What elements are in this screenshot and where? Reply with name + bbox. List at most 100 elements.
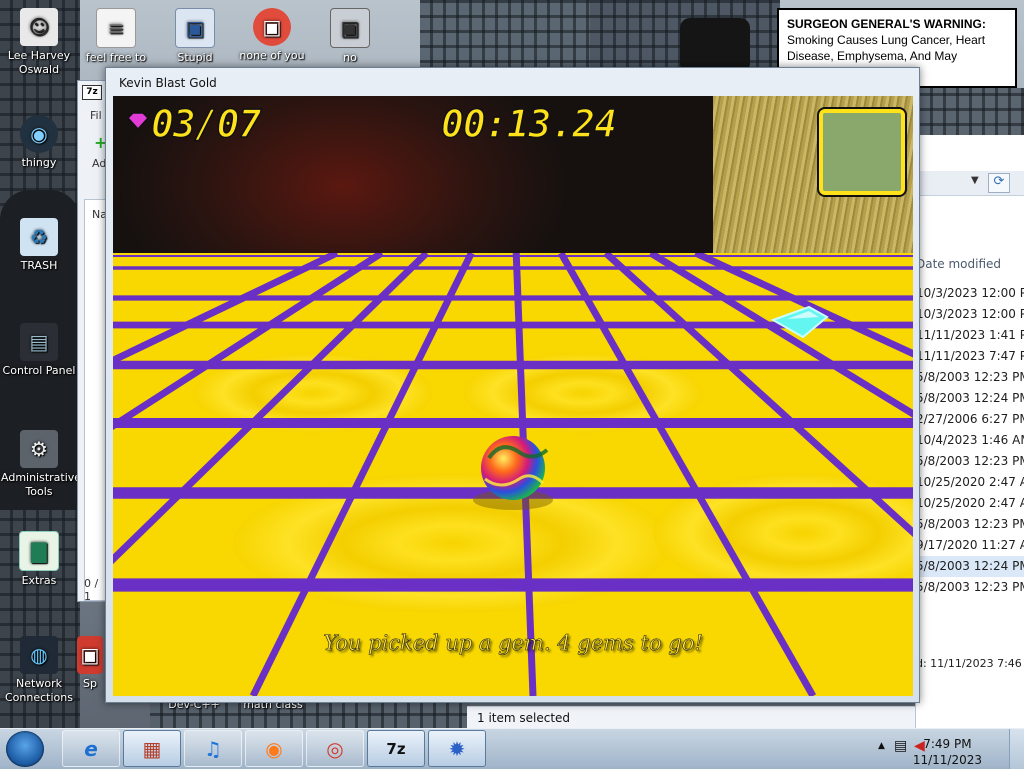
menu-file[interactable]: Fil [90,109,102,122]
column-date-modified[interactable]: Date modified [916,257,1001,271]
warning-heading: SURGEON GENERAL'S WARNING: [787,17,986,31]
network-status-icon[interactable]: ▤ [894,738,907,754]
internet-explorer-icon[interactable]: e [62,730,120,767]
player-ball [481,436,545,500]
explorer-window-right-edge: ▼ ⟳ Date modified 10/3/2023 12:00 PM 10/3… [915,135,1024,728]
file-row-date: 10/3/2023 12:00 PM [916,307,1024,321]
file-row[interactable]: 2/27/2006 6:27 PM [916,409,1024,430]
refresh-icon[interactable]: ⟳ [988,173,1010,193]
app-icon: ▣ [330,8,370,48]
taskbar: e ▦ ♫ ◉ ◎ 7z ✹ ▲ ▤ ◀ 7:49 PM 11/11/2023 [0,728,1024,769]
desktop-icon-feel-free-to[interactable]: ≡ feel free to [78,8,154,65]
desktop-icon-label: Stupid [177,51,213,64]
control-panel-icon: ▤ [20,323,58,361]
yellow-grid-floor [113,253,913,696]
game-window[interactable]: Kevin Blast Gold 03/07 00:13.24 You pick… [105,67,920,703]
address-bar[interactable]: ▼ ⟳ [916,171,1024,196]
file-row-date: 10/4/2023 1:46 AM [916,433,1024,447]
file-row-date: 10/3/2023 12:00 PM [916,286,1024,300]
app-icon: ▣ [77,636,103,674]
desktop-icon-label: Network Connections [5,677,73,704]
file-row-date: 11/11/2023 1:41 PM [916,328,1024,342]
game-icon[interactable]: ✹ [428,730,486,767]
file-row[interactable]: 10/25/2020 2:47 AM [916,493,1024,514]
chrome-icon[interactable]: ◎ [306,730,364,767]
system-tray: ▲ ▤ ◀ 7:49 PM 11/11/2023 [866,733,1016,767]
desktop-icon-label: none of you [239,49,305,62]
file-row[interactable]: 5/8/2003 12:23 PM [916,451,1024,472]
desktop-icon-stupid[interactable]: ▣ Stupid [157,8,233,65]
desktop-icon-sp[interactable]: ▣ Sp [70,636,110,691]
gem-counter: 03/07 [150,101,262,147]
file-row[interactable]: 11/11/2023 7:47 PM [916,346,1024,367]
desktop-icon-none-of-you[interactable]: ▣ none of you [234,8,310,63]
file-row[interactable]: 9/17/2020 11:27 AM [916,535,1024,556]
desktop-icon-no[interactable]: ▣ no [312,8,388,65]
details-pane-date: d: 11/11/2023 7:46 P [916,657,1024,670]
status-bar: 1 item selected [467,706,915,728]
show-hidden-icons-icon[interactable]: ▲ [878,741,885,751]
file-row-date: 5/8/2003 12:24 PM [916,559,1024,573]
music-icon[interactable]: ♫ [184,730,242,767]
desktop-icon-label: Extras [21,574,57,587]
building [420,0,590,75]
file-row[interactable]: 5/8/2003 12:23 PM [916,514,1024,535]
archive-app-icon[interactable]: ▦ [123,730,181,767]
file-row-date: 5/8/2003 12:23 PM [916,580,1024,594]
desktop-icon-trash[interactable]: ♻ TRASH [1,218,77,273]
desktop-icon-label: Administrative Tools [1,471,82,498]
file-row-date: 5/8/2003 12:24 PM [916,391,1024,405]
file-row[interactable]: 10/3/2023 12:00 PM [916,304,1024,325]
file-row-date: 10/25/2020 2:47 AM [916,475,1024,489]
desktop-icon-label: no [343,51,357,64]
person-icon: ☺ [20,8,58,46]
file-row[interactable]: 5/8/2003 12:23 PM [916,577,1024,598]
desktop-icon-administrative-tools[interactable]: ⚙ Administrative Tools [1,430,82,499]
file-row[interactable]: 10/4/2023 1:46 AM [916,430,1024,451]
network-icon: ◍ [20,636,58,674]
status-text: 1 item selected [477,711,571,725]
desktop-icon-label: thingy [21,156,57,169]
file-row-date: 5/8/2003 12:23 PM [916,370,1024,384]
game-viewport[interactable]: 03/07 00:13.24 You picked up a gem. 4 ge… [113,96,913,696]
recycle-bin-icon: ♻ [20,218,58,256]
desktop-icon-thingy[interactable]: ◉ thingy [1,115,77,170]
gear-icon: ⚙ [20,430,58,468]
file-row[interactable]: 10/25/2020 2:47 AM [916,472,1024,493]
clock-date: 11/11/2023 [912,753,982,767]
desktop-icon-label: Sp [83,677,97,690]
desktop-icon-network-connections[interactable]: ◍ Network Connections [1,636,77,705]
start-button[interactable] [6,731,44,767]
chevron-down-icon[interactable]: ▼ [971,175,979,186]
file-row[interactable]: 10/3/2023 12:00 PM [916,283,1024,304]
file-row[interactable]: 11/11/2023 1:41 PM [916,325,1024,346]
show-desktop-button[interactable] [1009,729,1024,769]
robot-head [680,18,750,73]
7zip-icon[interactable]: 7z [367,730,425,767]
gem-pickup-message: You picked up a gem. 4 gems to go! [323,631,703,656]
desktop-icon-label: Control Panel [2,364,76,377]
desktop-icon-label: feel free to [85,51,147,64]
desktop-icon-lee-harvey-oswald[interactable]: ☺ Lee Harvey Oswald [1,8,77,77]
file-row-date: 11/11/2023 7:47 PM [916,349,1024,363]
file-row[interactable]: 5/8/2003 12:24 PM [916,556,1024,577]
file-row[interactable]: 5/8/2003 12:23 PM [916,367,1024,388]
clock[interactable]: 7:49 PM 11/11/2023 [913,736,982,768]
folder-icon: ▇ [19,531,59,571]
file-row-date: 9/17/2020 11:27 AM [916,538,1024,552]
desktop-icon-extras[interactable]: ▇ Extras [1,531,77,588]
file-row-date: 5/8/2003 12:23 PM [916,454,1024,468]
elapsed-timer: 00:13.24 [440,101,618,147]
desktop-icon-control-panel[interactable]: ▤ Control Panel [1,323,77,378]
firefox-icon[interactable]: ◉ [245,730,303,767]
building [920,88,1024,138]
document-icon: ≡ [96,8,136,48]
desktop-icon-label: Lee Harvey Oswald [7,49,71,76]
file-row[interactable]: 5/8/2003 12:24 PM [916,388,1024,409]
file-row-date: 5/8/2003 12:23 PM [916,517,1024,531]
clock-time: 7:49 PM [923,737,972,751]
7zip-icon: 7z [82,85,102,100]
file-row-date: 10/25/2020 2:47 AM [916,496,1024,510]
app-icon: ▣ [253,8,291,46]
window-title: Kevin Blast Gold [119,76,217,90]
